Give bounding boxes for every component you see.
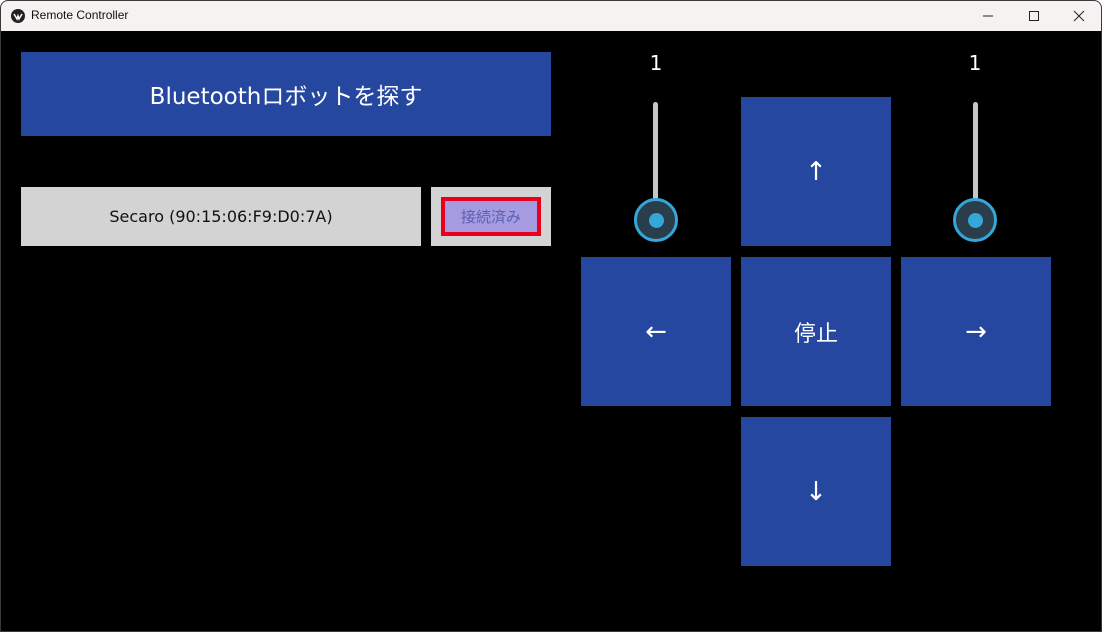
close-icon (1073, 10, 1085, 22)
left-slider-thumb[interactable] (634, 198, 678, 242)
window-title: Remote Controller (31, 8, 129, 22)
maximize-icon (1029, 11, 1039, 21)
minimize-button[interactable] (965, 1, 1011, 31)
move-left-button[interactable]: ← (581, 257, 731, 406)
close-button[interactable] (1056, 1, 1101, 31)
move-up-button[interactable]: ↑ (741, 97, 891, 246)
app-logo-icon (11, 9, 25, 23)
connection-status-label: 接続済み (460, 208, 521, 226)
main-content: Bluetoothロボットを探す Secaro (90:15:06:F9:D0:… (1, 31, 1101, 631)
move-right-button[interactable]: → (901, 257, 1051, 406)
right-slider-thumb[interactable] (953, 198, 997, 242)
search-bluetooth-button[interactable]: Bluetoothロボットを探す (21, 52, 551, 136)
left-slider-value: 1 (649, 51, 663, 75)
minimize-icon (983, 15, 993, 17)
app-window: Remote Controller Bluetoothロボットを探す Secar… (0, 0, 1102, 632)
move-down-button[interactable]: ↓ (741, 417, 891, 566)
right-slider-thumb-dot (967, 212, 983, 228)
status-highlight-box: 接続済み (441, 197, 541, 236)
stop-button[interactable]: 停止 (741, 257, 891, 406)
device-item-button[interactable]: Secaro (90:15:06:F9:D0:7A) (21, 187, 421, 246)
left-slider-thumb-dot (648, 212, 664, 228)
right-slider-value: 1 (968, 51, 982, 75)
connection-status-box: 接続済み (431, 187, 551, 246)
title-bar: Remote Controller (1, 1, 1101, 31)
maximize-button[interactable] (1011, 1, 1057, 31)
